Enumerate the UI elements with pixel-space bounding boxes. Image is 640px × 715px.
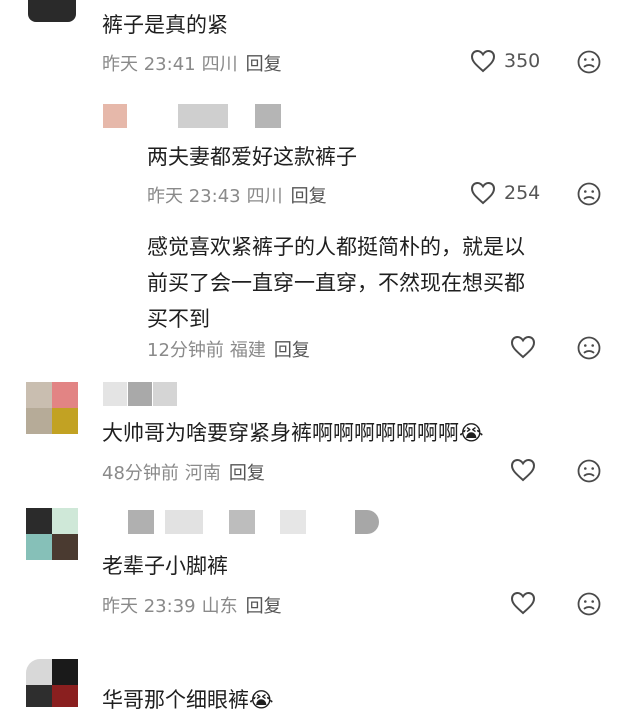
frown-face-icon — [577, 459, 601, 483]
like-button[interactable] — [510, 591, 536, 615]
comment-location: 山东 — [201, 596, 238, 617]
username-blurred — [128, 382, 152, 406]
heart-outline-icon — [510, 591, 536, 615]
username-blurred — [103, 382, 127, 406]
dislike-button[interactable] — [577, 592, 601, 616]
username-blurred — [128, 510, 154, 534]
comment-text: 感觉喜欢紧裤子的人都挺简朴的，就是以 前买了会一直穿一直穿，不然现在想买都 买不… — [147, 229, 525, 337]
username-blurred — [165, 510, 203, 534]
comment-time: 昨天 23:43 — [147, 186, 241, 207]
crying-emoji-icon: 😭 — [249, 688, 274, 712]
dislike-button[interactable] — [577, 336, 601, 360]
heart-outline-icon — [470, 49, 496, 73]
like-button[interactable] — [510, 458, 536, 482]
comment-text-line: 买不到 — [147, 307, 210, 331]
comment-meta: 昨天 23:43 四川 回复 — [147, 182, 327, 208]
heart-outline-icon — [510, 335, 536, 359]
heart-outline-icon — [510, 458, 536, 482]
frown-face-icon — [577, 50, 601, 74]
reply-button[interactable]: 回复 — [291, 186, 327, 207]
comment-meta: 昨天 23:39 山东 回复 — [102, 592, 282, 618]
avatar[interactable] — [26, 382, 78, 434]
frown-face-icon — [577, 592, 601, 616]
dislike-button[interactable] — [577, 50, 601, 74]
username-blurred — [255, 104, 281, 128]
reply-button[interactable]: 回复 — [229, 463, 265, 484]
avatar[interactable] — [28, 0, 76, 22]
username-blurred — [280, 510, 306, 534]
comment-location: 四川 — [201, 54, 238, 75]
comment-time: 昨天 23:41 — [102, 54, 196, 75]
comment-text: 裤子是真的紧 — [102, 13, 228, 37]
comment-meta: 48分钟前 河南 回复 — [102, 459, 265, 485]
reply-button[interactable]: 回复 — [246, 54, 282, 75]
comment-text-body: 华哥那个细眼裤 — [102, 688, 249, 712]
dislike-button[interactable] — [577, 182, 601, 206]
comment-text: 大帅哥为啥要穿紧身裤啊啊啊啊啊啊啊😭 — [102, 418, 484, 448]
comment-time: 12分钟前 — [147, 340, 224, 361]
avatar[interactable] — [26, 508, 78, 560]
username-blurred — [178, 104, 228, 128]
reply-button[interactable]: 回复 — [246, 596, 282, 617]
username-blurred — [229, 510, 255, 534]
crying-emoji-icon: 😭 — [459, 421, 484, 445]
comment-text: 两夫妻都爱好这款裤子 — [147, 145, 357, 169]
comment-location: 河南 — [184, 463, 221, 484]
frown-face-icon — [577, 336, 601, 360]
like-button[interactable] — [510, 335, 536, 359]
comment-time: 昨天 23:39 — [102, 596, 196, 617]
comment-text: 老辈子小脚裤 — [102, 554, 228, 578]
comment-location: 四川 — [246, 186, 283, 207]
like-button[interactable]: 350 — [470, 49, 540, 73]
comment-meta: 昨天 23:41 四川 回复 — [102, 50, 282, 76]
like-count: 350 — [504, 50, 541, 72]
comment-text-line: 感觉喜欢紧裤子的人都挺简朴的，就是以 — [147, 235, 525, 259]
heart-outline-icon — [470, 181, 496, 205]
comment-text-line: 前买了会一直穿一直穿，不然现在想买都 — [147, 271, 525, 295]
like-button[interactable]: 254 — [470, 181, 540, 205]
avatar[interactable] — [26, 659, 78, 707]
comment-meta: 12分钟前 福建 回复 — [147, 336, 310, 362]
username-blurred — [355, 510, 379, 534]
avatar[interactable] — [103, 104, 127, 128]
comment-location: 福建 — [229, 340, 266, 361]
comment-text-body: 大帅哥为啥要穿紧身裤啊啊啊啊啊啊啊 — [102, 421, 459, 445]
dislike-button[interactable] — [577, 459, 601, 483]
comment-time: 48分钟前 — [102, 463, 179, 484]
reply-button[interactable]: 回复 — [274, 340, 310, 361]
username-blurred — [153, 382, 177, 406]
comment-text: 华哥那个细眼裤😭 — [102, 685, 274, 715]
frown-face-icon — [577, 182, 601, 206]
like-count: 254 — [504, 182, 541, 204]
